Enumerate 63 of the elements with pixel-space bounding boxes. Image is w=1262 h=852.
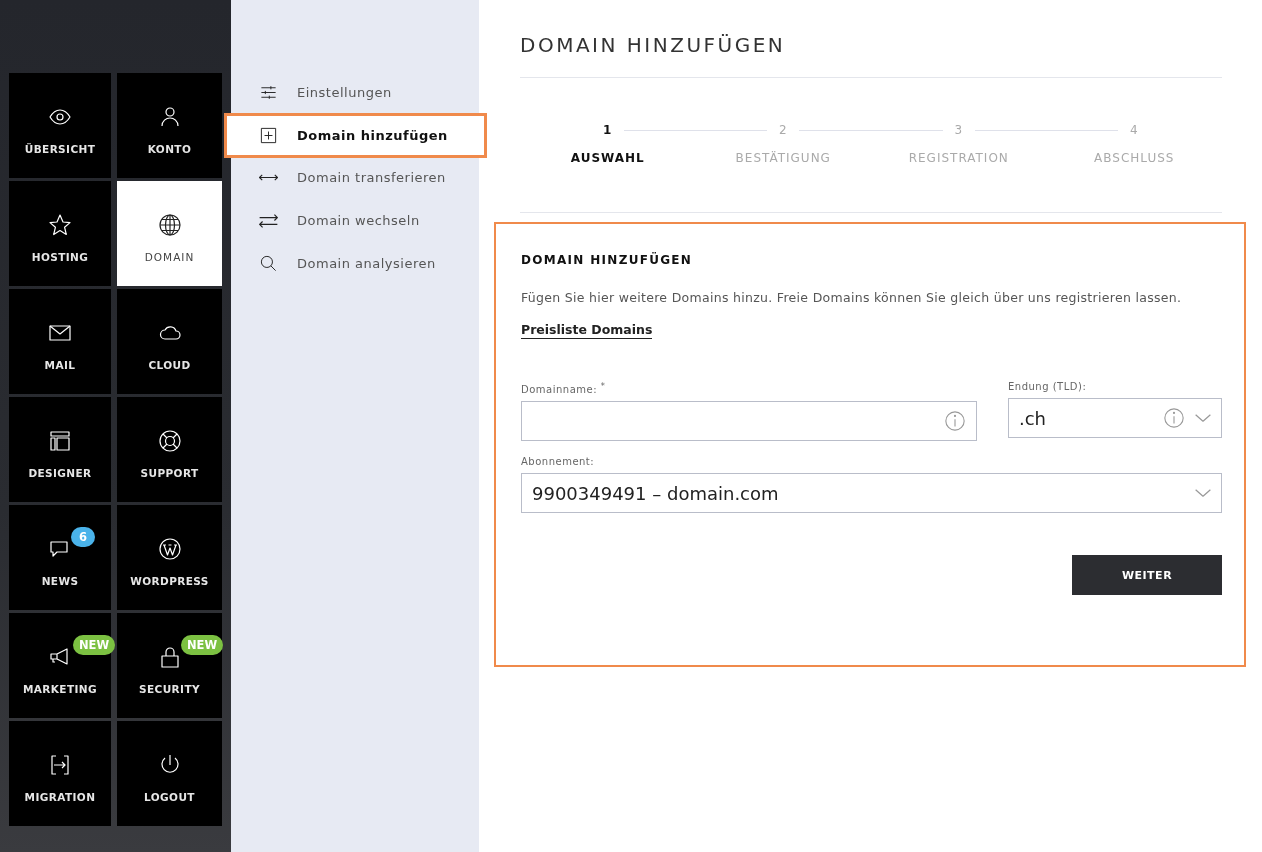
tile-label: KONTO <box>147 142 192 155</box>
field-label: Endung (TLD): <box>1008 381 1088 392</box>
nav-tile[interactable]: MAIL <box>9 289 111 394</box>
submenu-item[interactable]: Domain hinzufügen <box>224 113 487 158</box>
tile-label: NEWS <box>41 574 79 587</box>
plus-square-icon <box>259 126 278 145</box>
tile-label: MARKETING <box>22 682 97 695</box>
field-label: Abonnement: <box>521 456 596 468</box>
select-field[interactable]: 9900349491 – domain.com <box>521 473 1222 514</box>
card-title: DOMAIN HINZUFÜGEN <box>521 253 694 267</box>
search-icon <box>259 254 278 273</box>
nav-tile[interactable]: NEW SECURITY <box>117 613 222 718</box>
submenu-item[interactable]: Domain transferieren <box>231 156 479 199</box>
badge: NEW <box>73 635 116 655</box>
tile-label: WORDPRESS <box>130 574 209 587</box>
tile-label: DESIGNER <box>28 466 92 479</box>
swap-arrows-icon <box>259 213 278 228</box>
tile-label: DOMAIN <box>144 250 195 263</box>
tile-label: SECURITY <box>139 682 200 695</box>
nav-tile[interactable]: 6 NEWS <box>9 505 111 610</box>
step: 2 BESTÄTIGUNG <box>735 123 831 165</box>
badge: 6 <box>71 527 95 547</box>
description-text: Fügen Sie hier weitere Domains hinzu. Freie Domains können Sie gleich über uns registrieren lassen. <box>521 290 1183 305</box>
sliders-icon <box>259 83 278 102</box>
badge: NEW <box>181 635 224 655</box>
nav-tile[interactable]: LOGOUT <box>117 721 222 826</box>
lifebuoy-icon <box>157 428 182 453</box>
input-field[interactable] <box>521 401 977 442</box>
nav-tile[interactable]: DESIGNER <box>9 397 111 502</box>
step: 4 ABSCHLUSS <box>1094 123 1175 165</box>
price-list-link[interactable]: Preisliste Domains <box>521 322 653 339</box>
page-title: DOMAIN HINZUFÜGEN <box>520 0 1222 78</box>
tile-label: HOSTING <box>31 250 89 263</box>
field-label: Domainname: $^{*}$ <box>521 381 607 396</box>
step: 3 REGISTRATION <box>908 123 1009 165</box>
tile-label: CLOUD <box>148 358 191 371</box>
next-button[interactable]: WEITER <box>1072 555 1222 596</box>
tile-label: MIGRATION <box>24 790 96 803</box>
nav-tile[interactable]: HOSTING <box>9 181 111 286</box>
nav-tile[interactable]: DOMAIN <box>117 181 222 286</box>
select-field[interactable]: .ch <box>1008 398 1222 438</box>
submenu-item[interactable]: Domain wechseln <box>231 199 479 242</box>
wordpress-icon <box>157 536 182 561</box>
nav-tile[interactable]: CLOUD <box>117 289 222 394</box>
nav-tile[interactable]: ÜBERSICHT <box>9 73 111 178</box>
chevron-down-icon <box>1195 414 1211 422</box>
star-icon <box>48 212 72 237</box>
tile-label: LOGOUT <box>144 790 195 803</box>
globe-icon <box>157 212 182 237</box>
nav-tile[interactable]: SUPPORT <box>117 397 222 502</box>
submenu-item[interactable]: Einstellungen <box>231 71 479 114</box>
step: 1 AUSWAHL <box>570 123 645 165</box>
chevron-down-icon <box>1195 489 1211 498</box>
nav-tile[interactable]: MIGRATION <box>9 721 111 826</box>
layout-icon <box>48 428 72 453</box>
tile-label: ÜBERSICHT <box>24 142 96 155</box>
nav-tile[interactable]: KONTO <box>117 73 222 178</box>
submenu-item[interactable]: Domain analysieren <box>231 242 479 285</box>
migration-icon <box>48 752 72 777</box>
double-arrow-icon <box>259 174 278 181</box>
nav-tile[interactable]: WORDPRESS <box>117 505 222 610</box>
tile-label: MAIL <box>44 358 76 371</box>
tile-label: SUPPORT <box>140 466 199 479</box>
